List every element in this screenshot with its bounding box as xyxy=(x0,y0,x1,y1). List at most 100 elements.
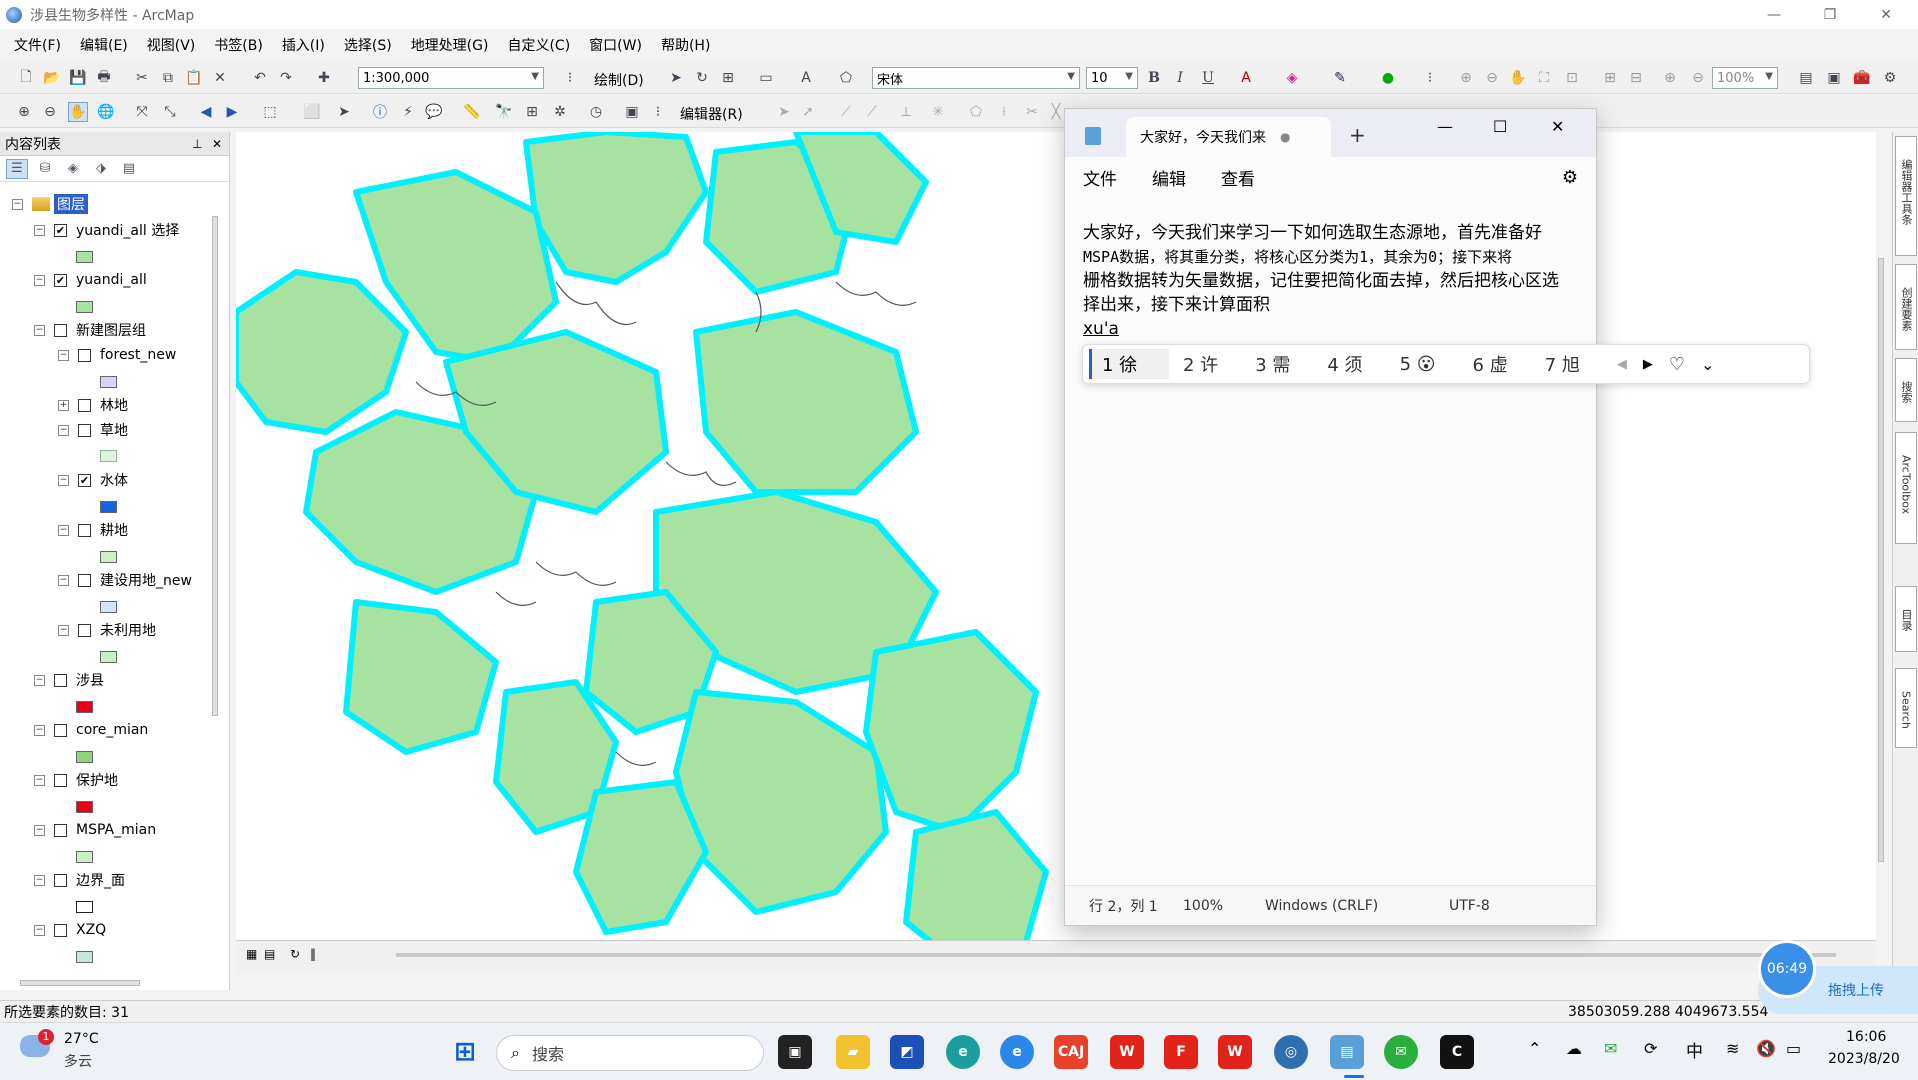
wps-writer-icon[interactable]: W xyxy=(1110,1035,1144,1069)
goto-xy-icon[interactable]: ✲ xyxy=(550,102,570,122)
ime-candidate[interactable]: 2 许 xyxy=(1183,351,1218,377)
toc-layer-row[interactable]: − 边界_面 xyxy=(34,870,125,890)
notepad-taskbar-icon[interactable]: ▤ xyxy=(1330,1035,1364,1069)
menu-customize[interactable]: 自定义(C) xyxy=(507,35,570,55)
minimize-button[interactable]: — xyxy=(1746,0,1802,29)
pan-icon[interactable]: ✋ xyxy=(68,102,88,122)
camtasia-icon[interactable]: C xyxy=(1440,1035,1474,1069)
layer-checkbox[interactable] xyxy=(54,923,67,937)
layer-checkbox[interactable] xyxy=(54,823,67,837)
data-view-icon[interactable]: ▦ xyxy=(246,947,257,961)
task-view-icon[interactable]: ▣ xyxy=(778,1035,812,1069)
straight-segment-icon[interactable]: ⟋ xyxy=(836,102,856,122)
menu-selection[interactable]: 选择(S) xyxy=(344,35,392,55)
layout-view-icon[interactable]: ▤ xyxy=(264,947,275,961)
close-icon[interactable]: ✕ xyxy=(212,137,222,151)
toc-layer-row[interactable]: − forest_new xyxy=(58,345,176,365)
pin-icon[interactable]: ⊥ xyxy=(192,137,202,151)
select-elements-icon[interactable]: ➤ xyxy=(666,68,686,88)
trace-icon[interactable]: ⟂ xyxy=(896,102,916,122)
layer-checkbox[interactable] xyxy=(54,773,67,787)
italic-button[interactable]: I xyxy=(1170,68,1190,88)
layer-symbol[interactable] xyxy=(76,951,93,963)
forward-extent-icon[interactable]: ▶ xyxy=(222,102,242,122)
recording-timer[interactable]: 06:49 xyxy=(1758,940,1816,998)
reshape-icon[interactable]: ⟊ xyxy=(994,102,1014,122)
arctoolbox-icon[interactable]: 🧰 xyxy=(1852,68,1872,88)
notepad-close-icon[interactable]: ✕ xyxy=(1551,117,1564,136)
editor-menu[interactable]: 编辑器(R) xyxy=(680,104,743,124)
layer-symbol[interactable] xyxy=(100,551,117,563)
layout-pan-icon[interactable]: ✋ xyxy=(1508,68,1528,88)
caj-viewer-icon[interactable]: CAJ xyxy=(1054,1035,1088,1069)
identify-icon[interactable]: ⓘ xyxy=(370,102,390,122)
menu-windows[interactable]: 窗口(W) xyxy=(589,35,642,55)
rotate-icon[interactable]: ↻ xyxy=(692,68,712,88)
layer-checkbox[interactable] xyxy=(54,873,67,887)
full-extent-icon[interactable]: 🌐 xyxy=(96,102,116,122)
windows-start-icon[interactable]: ⊞ xyxy=(448,1035,482,1069)
battery-icon[interactable]: ▭ xyxy=(1786,1039,1801,1058)
toc-root-layers[interactable]: − 图层 xyxy=(12,194,88,214)
map-h-scrollbar[interactable] xyxy=(396,953,1836,957)
layer-checkbox[interactable] xyxy=(78,423,91,437)
delete-icon[interactable]: ✕ xyxy=(210,68,230,88)
file-explorer-icon[interactable]: ▰ xyxy=(836,1035,870,1069)
toc-layer-row[interactable]: − ✔ yuandi_all 选择 xyxy=(34,220,179,240)
prev-page-icon[interactable]: ◀ xyxy=(1617,357,1627,372)
toc-scrollbar[interactable] xyxy=(212,216,218,716)
toggle-draft-icon[interactable]: ▤ xyxy=(1796,68,1816,88)
edge-icon[interactable]: e xyxy=(946,1035,980,1069)
measure-icon[interactable]: 📏 xyxy=(462,102,482,122)
expand-icon[interactable]: + xyxy=(58,399,69,411)
collapse-icon[interactable]: − xyxy=(34,724,45,736)
map-canvas[interactable] xyxy=(236,132,1876,972)
toc-layer-row[interactable]: + 林地 xyxy=(58,395,128,415)
redo-icon[interactable]: ↷ xyxy=(276,68,296,88)
collapse-icon[interactable]: − xyxy=(34,674,45,686)
notepad-minimize-icon[interactable]: — xyxy=(1437,117,1453,136)
ms-store-icon[interactable]: ◩ xyxy=(890,1035,924,1069)
edit-vertices-icon[interactable]: ⬠ xyxy=(836,68,856,88)
sync-icon[interactable]: ⟳ xyxy=(1644,1039,1657,1058)
point-icon[interactable]: ✳ xyxy=(928,102,948,122)
toc-layer-row[interactable]: − 耕地 xyxy=(58,520,128,540)
back-extent-icon[interactable]: ◀ xyxy=(196,102,216,122)
collapse-icon[interactable]: − xyxy=(34,924,45,936)
layer-checkbox[interactable]: ✔ xyxy=(78,473,91,487)
ime-language-indicator[interactable]: 中 xyxy=(1686,1037,1703,1062)
underline-button[interactable]: U xyxy=(1198,68,1218,88)
fixed-zoom-out-icon[interactable]: ⤡ xyxy=(160,102,180,122)
collapse-icon[interactable]: − xyxy=(34,874,45,886)
find-route-icon[interactable]: ⊞ xyxy=(522,102,542,122)
taskbar-search-box[interactable]: ⌕ 搜索 xyxy=(496,1035,764,1071)
layer-symbol[interactable] xyxy=(76,251,93,263)
notepad-maximize-icon[interactable]: ☐ xyxy=(1493,117,1507,136)
toc-layer-row[interactable]: − XZQ xyxy=(34,920,106,940)
formula-app-icon[interactable]: F xyxy=(1164,1035,1198,1069)
dock-tab[interactable]: 目录 xyxy=(1895,586,1917,652)
layer-symbol[interactable] xyxy=(76,801,93,813)
pause-drawing-icon[interactable]: ‖ xyxy=(310,947,316,961)
collapse-icon[interactable]: − xyxy=(58,524,69,536)
notepad-tab[interactable]: 大家好，今天我们来 ● xyxy=(1126,117,1331,157)
split-icon[interactable]: ╳ xyxy=(1046,102,1066,122)
ime-candidate[interactable]: 4 须 xyxy=(1327,351,1362,377)
arcmap-taskbar-icon[interactable]: ◎ xyxy=(1274,1035,1308,1069)
options-icon[interactable]: ▤ xyxy=(118,159,140,179)
notepad-window[interactable]: 大家好，今天我们来 ● + — ☐ ✕ 文件 编辑 查看 ⚙ 大家好，今天我们来… xyxy=(1064,108,1597,926)
cut-polygons-icon[interactable]: ✂ xyxy=(1022,102,1042,122)
menu-file[interactable]: 文件(F) xyxy=(14,35,61,55)
dock-tab[interactable]: ArcToolbox xyxy=(1895,432,1917,544)
model-builder-icon[interactable]: ⚙ xyxy=(1880,68,1900,88)
layout-full-icon[interactable]: ⛶ xyxy=(1534,68,1554,88)
layout-tool-icon[interactable]: ⊕ xyxy=(1456,68,1476,88)
ime-candidate[interactable]: 6 虚 xyxy=(1473,351,1508,377)
toolbar-overflow-icon[interactable]: ⁝ xyxy=(1420,68,1440,88)
toc-layer-row[interactable]: − 未利用地 xyxy=(58,620,156,640)
layout-zoom-icon[interactable]: ⊖ xyxy=(1688,68,1708,88)
ie-browser-icon[interactable]: e xyxy=(1000,1035,1034,1069)
menu-view[interactable]: 视图(V) xyxy=(147,35,196,55)
layer-checkbox[interactable]: ✔ xyxy=(54,223,67,237)
edit-annotation-icon[interactable]: ➚ xyxy=(798,102,818,122)
